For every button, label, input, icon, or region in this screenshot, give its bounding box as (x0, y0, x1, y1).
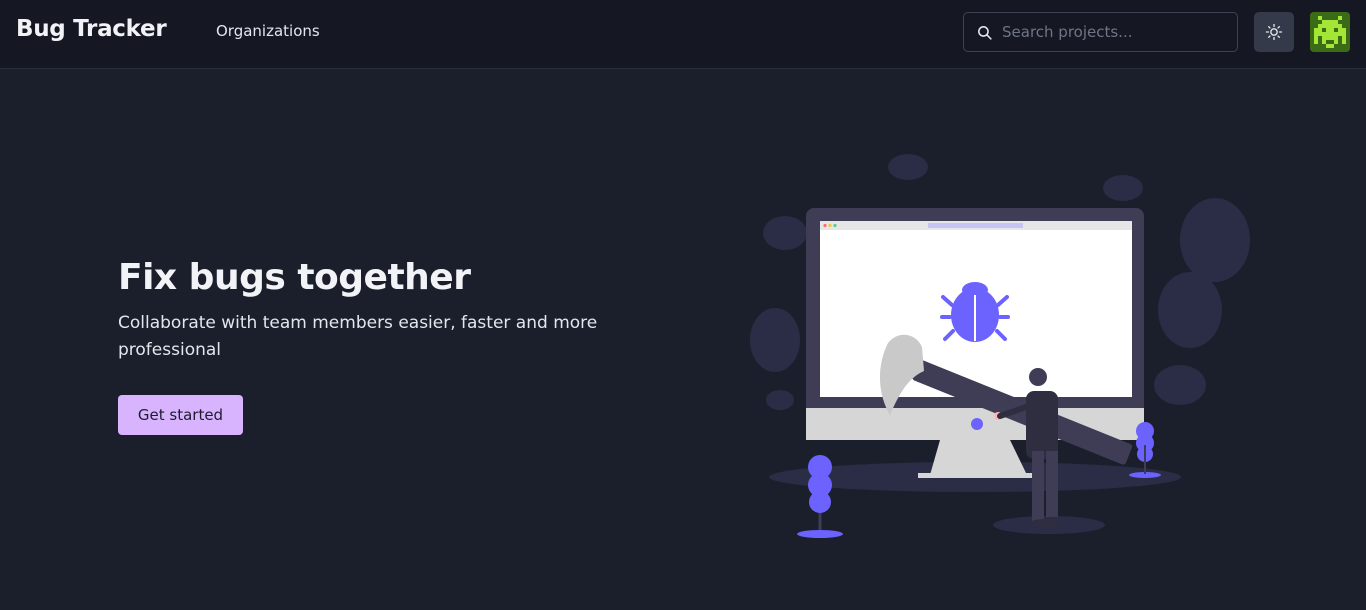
search-input[interactable] (1002, 13, 1230, 51)
nav-organizations[interactable]: Organizations (216, 22, 320, 40)
get-started-button[interactable]: Get started (118, 395, 243, 435)
top-navbar: Bug Tracker Organizations (0, 0, 1366, 69)
theme-toggle-button[interactable] (1254, 12, 1294, 52)
user-avatar[interactable] (1310, 12, 1350, 52)
search-icon (978, 26, 992, 40)
sun-icon (1265, 23, 1283, 41)
bug-fixing-illustration (750, 154, 1250, 538)
search-box (963, 12, 1238, 52)
hero-title: Fix bugs together (118, 257, 471, 298)
pixel-invader-avatar-icon (1310, 12, 1350, 52)
brand-logo[interactable]: Bug Tracker (16, 16, 167, 42)
hero-subtitle: Collaborate with team members easier, fa… (118, 313, 598, 360)
